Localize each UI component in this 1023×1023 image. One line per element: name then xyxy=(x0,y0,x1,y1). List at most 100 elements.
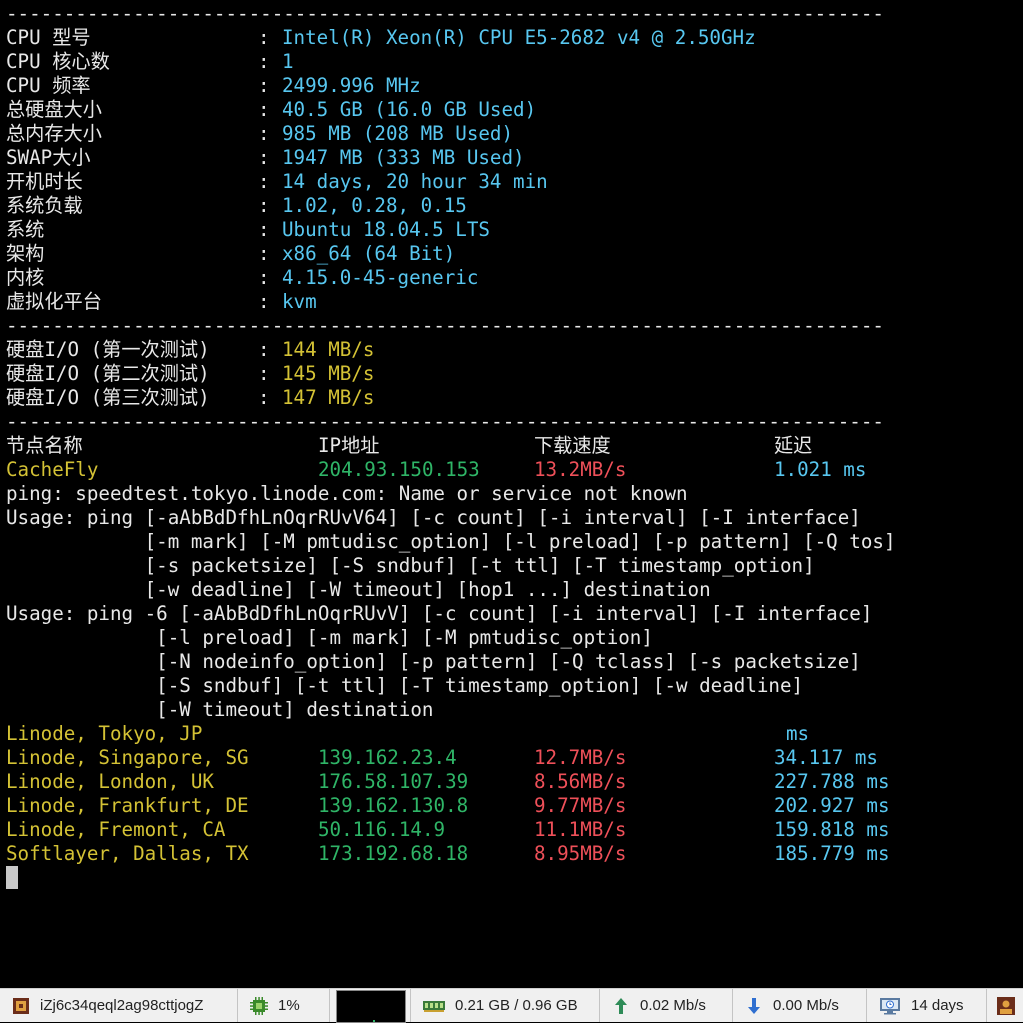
upload-segment[interactable]: 0.02 Mb/s xyxy=(600,989,733,1022)
node-name: Linode, Singapore, SG xyxy=(6,746,249,769)
sysinfo-label: 虚拟化平台 xyxy=(6,290,102,313)
ping-output-line: [-N nodeinfo_option] [-p pattern] [-Q tc… xyxy=(6,650,861,673)
user-segment[interactable] xyxy=(987,989,1023,1022)
io-value: 147 MB/s xyxy=(282,386,375,409)
memory-icon xyxy=(423,997,445,1015)
sysinfo-value: Intel(R) Xeon(R) CPU E5-2682 v4 @ 2.50GH… xyxy=(282,26,756,49)
sysinfo-label: 总内存大小 xyxy=(6,122,102,145)
memory-segment[interactable]: 0.21 GB / 0.96 GB xyxy=(410,989,600,1022)
sysinfo-label: CPU 型号 xyxy=(6,26,91,49)
cpu-usage: 1% xyxy=(278,997,300,1014)
host-name: iZj6c34qeql2ag98cttjogZ xyxy=(40,997,204,1014)
sysinfo-label: CPU 频率 xyxy=(6,74,91,97)
colon: : xyxy=(258,194,270,217)
host-segment[interactable]: iZj6c34qeql2ag98cttjogZ xyxy=(0,989,238,1022)
separator-line: ----------------------------------------… xyxy=(6,314,884,337)
node-ip: 176.58.107.39 xyxy=(318,770,469,793)
node-latency: ms xyxy=(786,722,810,745)
ping-output-line: [-l preload] [-m mark] [-M pmtudisc_opti… xyxy=(6,626,653,649)
colon: : xyxy=(258,26,270,49)
separator-line: ----------------------------------------… xyxy=(6,2,884,25)
ping-output-line: [-S sndbuf] [-t ttl] [-T timestamp_optio… xyxy=(6,674,804,697)
node-latency: 227.788 ms xyxy=(774,770,890,793)
sysinfo-value: 2499.996 MHz xyxy=(282,74,421,97)
sysinfo-label: 总硬盘大小 xyxy=(6,98,102,121)
node-name: CacheFly xyxy=(6,458,99,481)
node-speed: 13.2MB/s xyxy=(534,458,627,481)
io-label: 硬盘I/O (第一次测试) xyxy=(6,338,210,361)
io-value: 144 MB/s xyxy=(282,338,375,361)
sysinfo-label: SWAP大小 xyxy=(6,146,91,169)
node-ip: 173.192.68.18 xyxy=(318,842,469,865)
node-latency: 159.818 ms xyxy=(774,818,890,841)
sysinfo-value: x86_64 (64 Bit) xyxy=(282,242,456,265)
sysinfo-label: CPU 核心数 xyxy=(6,50,110,73)
uptime-value: 14 days xyxy=(911,997,964,1014)
ping-output-line: [-w deadline] [-W timeout] [hop1 ...] de… xyxy=(6,578,711,601)
colon: : xyxy=(258,266,270,289)
colon: : xyxy=(258,338,270,361)
sysinfo-label: 架构 xyxy=(6,242,45,265)
ping-output-line: Usage: ping [-aAbBdDfhLnOqrRUvV64] [-c c… xyxy=(6,506,861,529)
node-speed: 9.77MB/s xyxy=(534,794,627,817)
monitor-clock-icon xyxy=(879,997,901,1015)
ping-output-line: Usage: ping -6 [-aAbBdDfhLnOqrRUvV] [-c … xyxy=(6,602,873,625)
cpu-graph-segment xyxy=(330,989,410,1023)
ping-output-line: [-s packetsize] [-S sndbuf] [-t ttl] [-T… xyxy=(6,554,815,577)
uptime-segment[interactable]: 14 days xyxy=(867,989,987,1022)
cpu-segment[interactable]: 1% xyxy=(238,989,330,1022)
colon: : xyxy=(258,386,270,409)
sysinfo-value: Ubuntu 18.04.5 LTS xyxy=(282,218,490,241)
sysinfo-value: 1.02, 0.28, 0.15 xyxy=(282,194,467,217)
sysinfo-value: 1947 MB (333 MB Used) xyxy=(282,146,525,169)
colon: : xyxy=(258,98,270,121)
node-speed: 11.1MB/s xyxy=(534,818,627,841)
node-ip: 139.162.23.4 xyxy=(318,746,457,769)
colon: : xyxy=(258,146,270,169)
header-node: 节点名称 xyxy=(6,434,83,457)
separator-line: ----------------------------------------… xyxy=(6,410,884,433)
io-label: 硬盘I/O (第三次测试) xyxy=(6,386,210,409)
node-name: Linode, Tokyo, JP xyxy=(6,722,203,745)
colon: : xyxy=(258,50,270,73)
sysinfo-value: 14 days, 20 hour 34 min xyxy=(282,170,548,193)
node-ip: 204.93.150.153 xyxy=(318,458,480,481)
io-value: 145 MB/s xyxy=(282,362,375,385)
ping-output-line: ping: speedtest.tokyo.linode.com: Name o… xyxy=(6,482,688,505)
sysinfo-value: kvm xyxy=(282,290,317,313)
node-speed: 8.56MB/s xyxy=(534,770,627,793)
server-icon xyxy=(12,997,30,1015)
download-segment[interactable]: 0.00 Mb/s xyxy=(733,989,867,1022)
node-latency: 185.779 ms xyxy=(774,842,890,865)
colon: : xyxy=(258,362,270,385)
colon: : xyxy=(258,218,270,241)
node-name: Linode, London, UK xyxy=(6,770,214,793)
node-ip: 50.116.14.9 xyxy=(318,818,446,841)
sysinfo-label: 内核 xyxy=(6,266,45,289)
sysinfo-label: 系统负载 xyxy=(6,194,83,217)
node-latency: 202.927 ms xyxy=(774,794,890,817)
colon: : xyxy=(258,290,270,313)
io-label: 硬盘I/O (第二次测试) xyxy=(6,362,210,385)
node-speed: 12.7MB/s xyxy=(534,746,627,769)
node-speed: 8.95MB/s xyxy=(534,842,627,865)
sysinfo-value: 1 xyxy=(282,50,294,73)
cpu-graph xyxy=(336,990,406,1023)
node-latency: 1.021 ms xyxy=(774,458,867,481)
node-name: Linode, Fremont, CA xyxy=(6,818,226,841)
sysinfo-label: 系统 xyxy=(6,218,45,241)
terminal-window[interactable]: ----------------------------------------… xyxy=(0,0,1023,988)
status-bar: iZj6c34qeql2ag98cttjogZ 1% 0.21 GB / 0.9… xyxy=(0,988,1023,1023)
memory-usage: 0.21 GB / 0.96 GB xyxy=(455,997,578,1014)
node-ip: 139.162.130.8 xyxy=(318,794,469,817)
node-name: Linode, Frankfurt, DE xyxy=(6,794,249,817)
colon: : xyxy=(258,242,270,265)
cpu-icon xyxy=(250,996,268,1015)
node-latency: 34.117 ms xyxy=(774,746,878,769)
download-arrow-icon xyxy=(745,997,763,1015)
header-speed: 下载速度 xyxy=(534,434,611,457)
ping-output-line: [-m mark] [-M pmtudisc_option] [-l prelo… xyxy=(6,530,896,553)
ping-output-line: [-W timeout] destination xyxy=(6,698,434,721)
upload-arrow-icon xyxy=(612,997,630,1015)
upload-rate: 0.02 Mb/s xyxy=(640,997,706,1014)
